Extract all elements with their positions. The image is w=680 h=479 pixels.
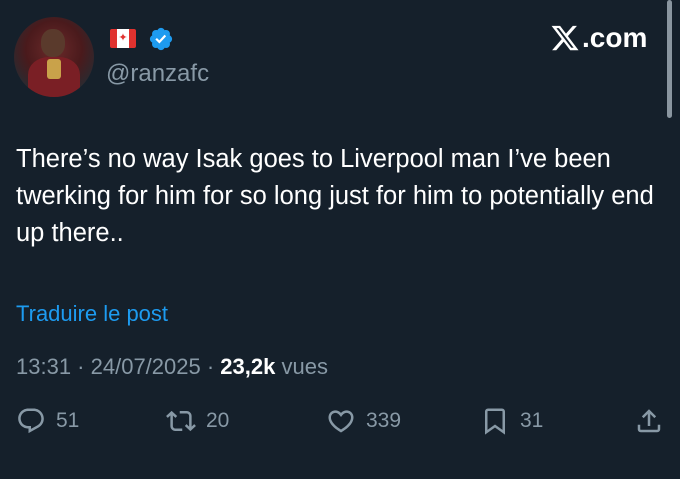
reply-icon	[18, 408, 44, 434]
heart-icon	[328, 410, 354, 433]
translate-post-link[interactable]: Traduire le post	[16, 301, 168, 327]
share-icon	[637, 409, 661, 433]
tweet-time[interactable]: 13:31	[16, 354, 71, 379]
avatar[interactable]	[14, 17, 94, 97]
tweet-actions-bar: 51 20 339 31	[0, 406, 680, 446]
views-count: 23,2k	[220, 354, 276, 379]
meta-separator: ·	[71, 354, 91, 379]
x-com-brand: .com	[550, 22, 647, 54]
like-button[interactable]: 339	[326, 406, 401, 436]
scrollbar[interactable]	[667, 0, 672, 118]
bookmark-button[interactable]: 31	[480, 406, 543, 436]
like-count: 339	[366, 409, 402, 432]
verified-badge-icon	[149, 27, 173, 51]
repost-icon	[166, 410, 196, 432]
tweet-text: There’s no way Isak goes to Liverpool ma…	[16, 145, 654, 247]
repost-button[interactable]: 20	[166, 406, 229, 436]
reply-count: 51	[56, 409, 80, 432]
share-button[interactable]	[634, 406, 664, 436]
avatar-shirt-trim	[47, 59, 61, 79]
repost-count: 20	[206, 409, 230, 432]
x-logo-icon	[551, 25, 579, 51]
reply-button[interactable]: 51	[16, 406, 79, 436]
bookmark-icon	[485, 408, 505, 435]
meta-separator: ·	[200, 354, 221, 379]
canada-flag-icon: ✦	[110, 29, 136, 48]
author-handle[interactable]: @ranzafc	[106, 60, 209, 88]
tweet-meta: 13:31 · 24/07/2025 · 23,2k vues	[16, 354, 328, 380]
bookmark-count: 31	[520, 409, 544, 432]
avatar-face	[41, 29, 65, 57]
brand-domain-label: .com	[582, 22, 648, 53]
tweet-date[interactable]: 24/07/2025	[91, 354, 201, 379]
views-label: vues	[275, 354, 328, 379]
